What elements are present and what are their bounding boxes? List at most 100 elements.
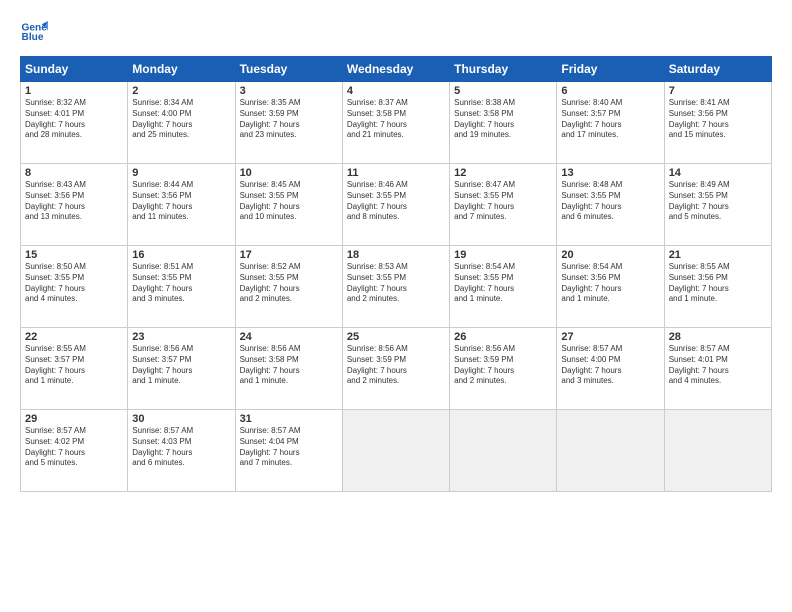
calendar-cell xyxy=(664,410,771,492)
calendar-cell: 14Sunrise: 8:49 AM Sunset: 3:55 PM Dayli… xyxy=(664,164,771,246)
logo-icon: General Blue xyxy=(20,18,48,46)
calendar-cell: 27Sunrise: 8:57 AM Sunset: 4:00 PM Dayli… xyxy=(557,328,664,410)
header: General Blue xyxy=(20,18,772,46)
calendar-cell: 21Sunrise: 8:55 AM Sunset: 3:56 PM Dayli… xyxy=(664,246,771,328)
calendar-cell: 5Sunrise: 8:38 AM Sunset: 3:58 PM Daylig… xyxy=(450,82,557,164)
day-info: Sunrise: 8:48 AM Sunset: 3:55 PM Dayligh… xyxy=(561,180,659,223)
calendar-cell: 10Sunrise: 8:45 AM Sunset: 3:55 PM Dayli… xyxy=(235,164,342,246)
header-day-saturday: Saturday xyxy=(664,57,771,82)
calendar-cell: 8Sunrise: 8:43 AM Sunset: 3:56 PM Daylig… xyxy=(21,164,128,246)
day-info: Sunrise: 8:57 AM Sunset: 4:00 PM Dayligh… xyxy=(561,344,659,387)
day-number: 27 xyxy=(561,331,659,343)
week-row-4: 22Sunrise: 8:55 AM Sunset: 3:57 PM Dayli… xyxy=(21,328,772,410)
calendar-page: General Blue SundayMondayTuesdayWednesda… xyxy=(0,0,792,612)
day-number: 25 xyxy=(347,331,445,343)
calendar-cell: 24Sunrise: 8:56 AM Sunset: 3:58 PM Dayli… xyxy=(235,328,342,410)
day-number: 30 xyxy=(132,413,230,425)
day-number: 29 xyxy=(25,413,123,425)
day-info: Sunrise: 8:56 AM Sunset: 3:59 PM Dayligh… xyxy=(347,344,445,387)
day-number: 6 xyxy=(561,85,659,97)
calendar-cell: 28Sunrise: 8:57 AM Sunset: 4:01 PM Dayli… xyxy=(664,328,771,410)
day-info: Sunrise: 8:35 AM Sunset: 3:59 PM Dayligh… xyxy=(240,98,338,141)
day-info: Sunrise: 8:54 AM Sunset: 3:56 PM Dayligh… xyxy=(561,262,659,305)
day-number: 21 xyxy=(669,249,767,261)
day-info: Sunrise: 8:38 AM Sunset: 3:58 PM Dayligh… xyxy=(454,98,552,141)
calendar-cell xyxy=(342,410,449,492)
day-info: Sunrise: 8:43 AM Sunset: 3:56 PM Dayligh… xyxy=(25,180,123,223)
day-info: Sunrise: 8:56 AM Sunset: 3:57 PM Dayligh… xyxy=(132,344,230,387)
calendar-cell xyxy=(557,410,664,492)
week-row-3: 15Sunrise: 8:50 AM Sunset: 3:55 PM Dayli… xyxy=(21,246,772,328)
calendar-cell: 18Sunrise: 8:53 AM Sunset: 3:55 PM Dayli… xyxy=(342,246,449,328)
calendar-cell: 6Sunrise: 8:40 AM Sunset: 3:57 PM Daylig… xyxy=(557,82,664,164)
day-info: Sunrise: 8:56 AM Sunset: 3:59 PM Dayligh… xyxy=(454,344,552,387)
day-info: Sunrise: 8:37 AM Sunset: 3:58 PM Dayligh… xyxy=(347,98,445,141)
calendar-cell: 1Sunrise: 8:32 AM Sunset: 4:01 PM Daylig… xyxy=(21,82,128,164)
calendar-cell: 29Sunrise: 8:57 AM Sunset: 4:02 PM Dayli… xyxy=(21,410,128,492)
week-row-2: 8Sunrise: 8:43 AM Sunset: 3:56 PM Daylig… xyxy=(21,164,772,246)
day-number: 24 xyxy=(240,331,338,343)
day-info: Sunrise: 8:32 AM Sunset: 4:01 PM Dayligh… xyxy=(25,98,123,141)
calendar-cell: 4Sunrise: 8:37 AM Sunset: 3:58 PM Daylig… xyxy=(342,82,449,164)
calendar-cell: 23Sunrise: 8:56 AM Sunset: 3:57 PM Dayli… xyxy=(128,328,235,410)
day-info: Sunrise: 8:55 AM Sunset: 3:56 PM Dayligh… xyxy=(669,262,767,305)
logo: General Blue xyxy=(20,18,52,46)
day-number: 28 xyxy=(669,331,767,343)
calendar-cell: 9Sunrise: 8:44 AM Sunset: 3:56 PM Daylig… xyxy=(128,164,235,246)
day-number: 12 xyxy=(454,167,552,179)
day-number: 17 xyxy=(240,249,338,261)
header-day-tuesday: Tuesday xyxy=(235,57,342,82)
day-number: 7 xyxy=(669,85,767,97)
day-info: Sunrise: 8:41 AM Sunset: 3:56 PM Dayligh… xyxy=(669,98,767,141)
header-day-monday: Monday xyxy=(128,57,235,82)
calendar-cell: 19Sunrise: 8:54 AM Sunset: 3:55 PM Dayli… xyxy=(450,246,557,328)
day-info: Sunrise: 8:56 AM Sunset: 3:58 PM Dayligh… xyxy=(240,344,338,387)
calendar-cell: 3Sunrise: 8:35 AM Sunset: 3:59 PM Daylig… xyxy=(235,82,342,164)
calendar-cell: 25Sunrise: 8:56 AM Sunset: 3:59 PM Dayli… xyxy=(342,328,449,410)
day-info: Sunrise: 8:44 AM Sunset: 3:56 PM Dayligh… xyxy=(132,180,230,223)
day-info: Sunrise: 8:46 AM Sunset: 3:55 PM Dayligh… xyxy=(347,180,445,223)
calendar-cell: 12Sunrise: 8:47 AM Sunset: 3:55 PM Dayli… xyxy=(450,164,557,246)
day-number: 16 xyxy=(132,249,230,261)
day-info: Sunrise: 8:55 AM Sunset: 3:57 PM Dayligh… xyxy=(25,344,123,387)
calendar-cell xyxy=(450,410,557,492)
day-info: Sunrise: 8:57 AM Sunset: 4:01 PM Dayligh… xyxy=(669,344,767,387)
day-number: 9 xyxy=(132,167,230,179)
day-number: 11 xyxy=(347,167,445,179)
day-info: Sunrise: 8:54 AM Sunset: 3:55 PM Dayligh… xyxy=(454,262,552,305)
day-info: Sunrise: 8:50 AM Sunset: 3:55 PM Dayligh… xyxy=(25,262,123,305)
day-number: 5 xyxy=(454,85,552,97)
day-info: Sunrise: 8:49 AM Sunset: 3:55 PM Dayligh… xyxy=(669,180,767,223)
day-number: 3 xyxy=(240,85,338,97)
day-number: 14 xyxy=(669,167,767,179)
day-info: Sunrise: 8:57 AM Sunset: 4:04 PM Dayligh… xyxy=(240,426,338,469)
calendar-cell: 11Sunrise: 8:46 AM Sunset: 3:55 PM Dayli… xyxy=(342,164,449,246)
header-day-thursday: Thursday xyxy=(450,57,557,82)
day-number: 18 xyxy=(347,249,445,261)
day-info: Sunrise: 8:57 AM Sunset: 4:02 PM Dayligh… xyxy=(25,426,123,469)
header-day-wednesday: Wednesday xyxy=(342,57,449,82)
header-day-sunday: Sunday xyxy=(21,57,128,82)
day-number: 10 xyxy=(240,167,338,179)
day-number: 15 xyxy=(25,249,123,261)
calendar-cell: 2Sunrise: 8:34 AM Sunset: 4:00 PM Daylig… xyxy=(128,82,235,164)
day-number: 8 xyxy=(25,167,123,179)
calendar-cell: 7Sunrise: 8:41 AM Sunset: 3:56 PM Daylig… xyxy=(664,82,771,164)
day-info: Sunrise: 8:45 AM Sunset: 3:55 PM Dayligh… xyxy=(240,180,338,223)
day-number: 31 xyxy=(240,413,338,425)
svg-text:Blue: Blue xyxy=(22,32,44,43)
calendar-cell: 22Sunrise: 8:55 AM Sunset: 3:57 PM Dayli… xyxy=(21,328,128,410)
day-info: Sunrise: 8:47 AM Sunset: 3:55 PM Dayligh… xyxy=(454,180,552,223)
day-number: 20 xyxy=(561,249,659,261)
calendar-cell: 17Sunrise: 8:52 AM Sunset: 3:55 PM Dayli… xyxy=(235,246,342,328)
calendar-cell: 30Sunrise: 8:57 AM Sunset: 4:03 PM Dayli… xyxy=(128,410,235,492)
day-number: 22 xyxy=(25,331,123,343)
day-number: 23 xyxy=(132,331,230,343)
calendar-cell: 31Sunrise: 8:57 AM Sunset: 4:04 PM Dayli… xyxy=(235,410,342,492)
header-day-friday: Friday xyxy=(557,57,664,82)
day-number: 1 xyxy=(25,85,123,97)
calendar-table: SundayMondayTuesdayWednesdayThursdayFrid… xyxy=(20,56,772,492)
day-number: 19 xyxy=(454,249,552,261)
day-number: 26 xyxy=(454,331,552,343)
day-number: 13 xyxy=(561,167,659,179)
